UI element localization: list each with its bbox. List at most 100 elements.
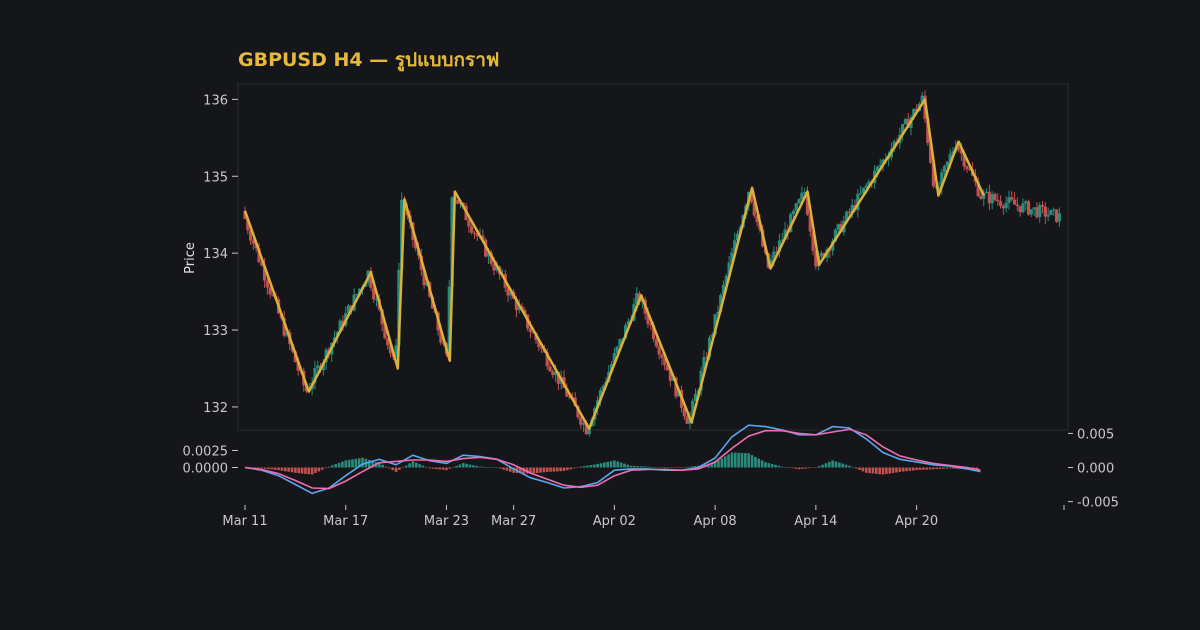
macd-histogram-bar	[404, 465, 408, 468]
macd-histogram-bar	[935, 467, 939, 470]
macd-histogram-bar	[613, 460, 616, 468]
macd-histogram-bar	[616, 461, 620, 468]
macd-histogram-bar	[267, 467, 270, 470]
macd-histogram-bar	[764, 462, 767, 468]
candle-body	[847, 211, 852, 213]
macd-histogram-bar	[636, 466, 640, 468]
macd-histogram-bar	[482, 466, 485, 468]
macd-histogram-bar	[848, 465, 851, 468]
macd-histogram-bar	[566, 467, 569, 471]
macd-histogram-bar	[730, 452, 734, 468]
macd-histogram-bar	[428, 467, 431, 469]
macd-histogram-bar	[468, 464, 472, 468]
macd-histogram-bar	[918, 467, 922, 470]
macd-histogram-bar	[287, 467, 290, 472]
candle-body	[903, 119, 908, 125]
macd-histogram-bar	[327, 466, 331, 468]
candle-body	[942, 165, 947, 173]
macd-histogram-bar	[720, 458, 724, 468]
macd-histogram-bar	[461, 463, 465, 468]
macd-histogram-bar	[898, 467, 902, 472]
candle-body	[1007, 197, 1011, 203]
macd-histogram-bar	[361, 457, 364, 468]
macd-histogram-bar	[270, 467, 274, 470]
macd-histogram-bar	[928, 467, 932, 470]
macd-histogram-bar	[673, 467, 677, 468]
macd-histogram-bar	[398, 467, 401, 470]
candle-body	[1024, 201, 1028, 204]
macd-histogram-bar	[394, 467, 398, 472]
macd-histogram-bar	[488, 467, 492, 468]
macd-histogram-bar	[670, 467, 673, 469]
macd-histogram-bar	[770, 463, 774, 468]
macd-histogram-bar	[354, 458, 358, 468]
macd-histogram-bar	[562, 467, 566, 472]
macd-histogram-bar	[723, 456, 727, 468]
macd-histogram-bar	[854, 467, 858, 469]
macd-histogram-bar	[609, 461, 613, 468]
macd-histogram-bar	[757, 458, 761, 468]
macd-histogram-bar	[623, 463, 626, 468]
candle-body	[1032, 207, 1036, 210]
macd-histogram-bar	[787, 467, 791, 468]
macd-histogram-bar	[643, 466, 646, 468]
macd-histogram-bar	[478, 466, 482, 468]
macd-histogram-bar	[945, 467, 949, 469]
macd-histogram-bar	[589, 465, 593, 468]
macd-histogram-bar	[458, 464, 462, 468]
macd-histogram-bar	[539, 467, 542, 473]
macd-histogram-bar	[317, 467, 321, 472]
macd-histogram-bar	[639, 466, 643, 468]
candle-body	[987, 191, 991, 204]
x-tick-label: Mar 11	[222, 514, 267, 529]
price-y-tick-label: 134	[203, 247, 228, 262]
candle-body	[472, 232, 477, 234]
candle-body	[998, 201, 1003, 206]
macd-histogram-bar	[324, 467, 327, 469]
macd-histogram-bar	[445, 467, 448, 471]
macd-histogram-bar	[273, 467, 277, 470]
macd-histogram-bar	[388, 467, 391, 469]
macd-histogram-bar	[280, 467, 284, 471]
chart-canvas: GBPUSD H4 — รูปแบบกราฟ Price 13213313413…	[183, 49, 1119, 529]
macd-histogram-bar	[663, 467, 667, 469]
macd-histogram-bar	[750, 455, 754, 468]
macd-histogram-bar	[411, 461, 415, 468]
macd-histogram-bar	[794, 467, 798, 469]
macd-histogram-bar	[774, 464, 777, 468]
macd-histogram-bar	[435, 467, 438, 470]
candle-body	[265, 280, 269, 288]
macd-histogram-bar	[891, 467, 895, 473]
candle-body	[1040, 205, 1045, 207]
macd-histogram-bar	[391, 467, 395, 471]
candle-body	[1052, 209, 1056, 211]
macd-histogram-bar	[626, 464, 630, 468]
macd-histogram-bar	[851, 467, 855, 468]
macd-histogram-bar	[861, 467, 865, 472]
macd-histogram-bar	[690, 466, 693, 468]
macd-histogram-bar	[381, 464, 384, 468]
candle-body	[1010, 197, 1014, 200]
candle-body	[1038, 205, 1042, 218]
macd-histogram-bar	[535, 467, 539, 473]
macd-histogram-bar	[549, 467, 552, 472]
macd-histogram-bar	[337, 462, 341, 468]
candle-body	[1043, 206, 1047, 217]
x-tick-label: Mar 27	[491, 514, 536, 529]
macd-histogram-bar	[814, 467, 818, 468]
macd-right-tick-label: 0.000	[1077, 462, 1114, 477]
macd-histogram-bar	[938, 467, 942, 469]
candle-body	[996, 199, 1000, 202]
macd-histogram-bar	[767, 463, 771, 468]
macd-histogram-bar	[297, 467, 301, 474]
macd-histogram-bar	[952, 467, 955, 469]
macd-histogram-bar	[838, 462, 841, 468]
macd-histogram-bar	[660, 467, 663, 469]
macd-histogram-bar	[431, 467, 435, 469]
macd-histogram-bar	[686, 466, 690, 468]
macd-histogram-bar	[331, 465, 334, 468]
candle-body	[1035, 207, 1039, 218]
macd-histogram-bar	[740, 452, 744, 468]
macd-histogram-bar	[868, 467, 871, 474]
macd-histogram-bar	[425, 466, 428, 468]
